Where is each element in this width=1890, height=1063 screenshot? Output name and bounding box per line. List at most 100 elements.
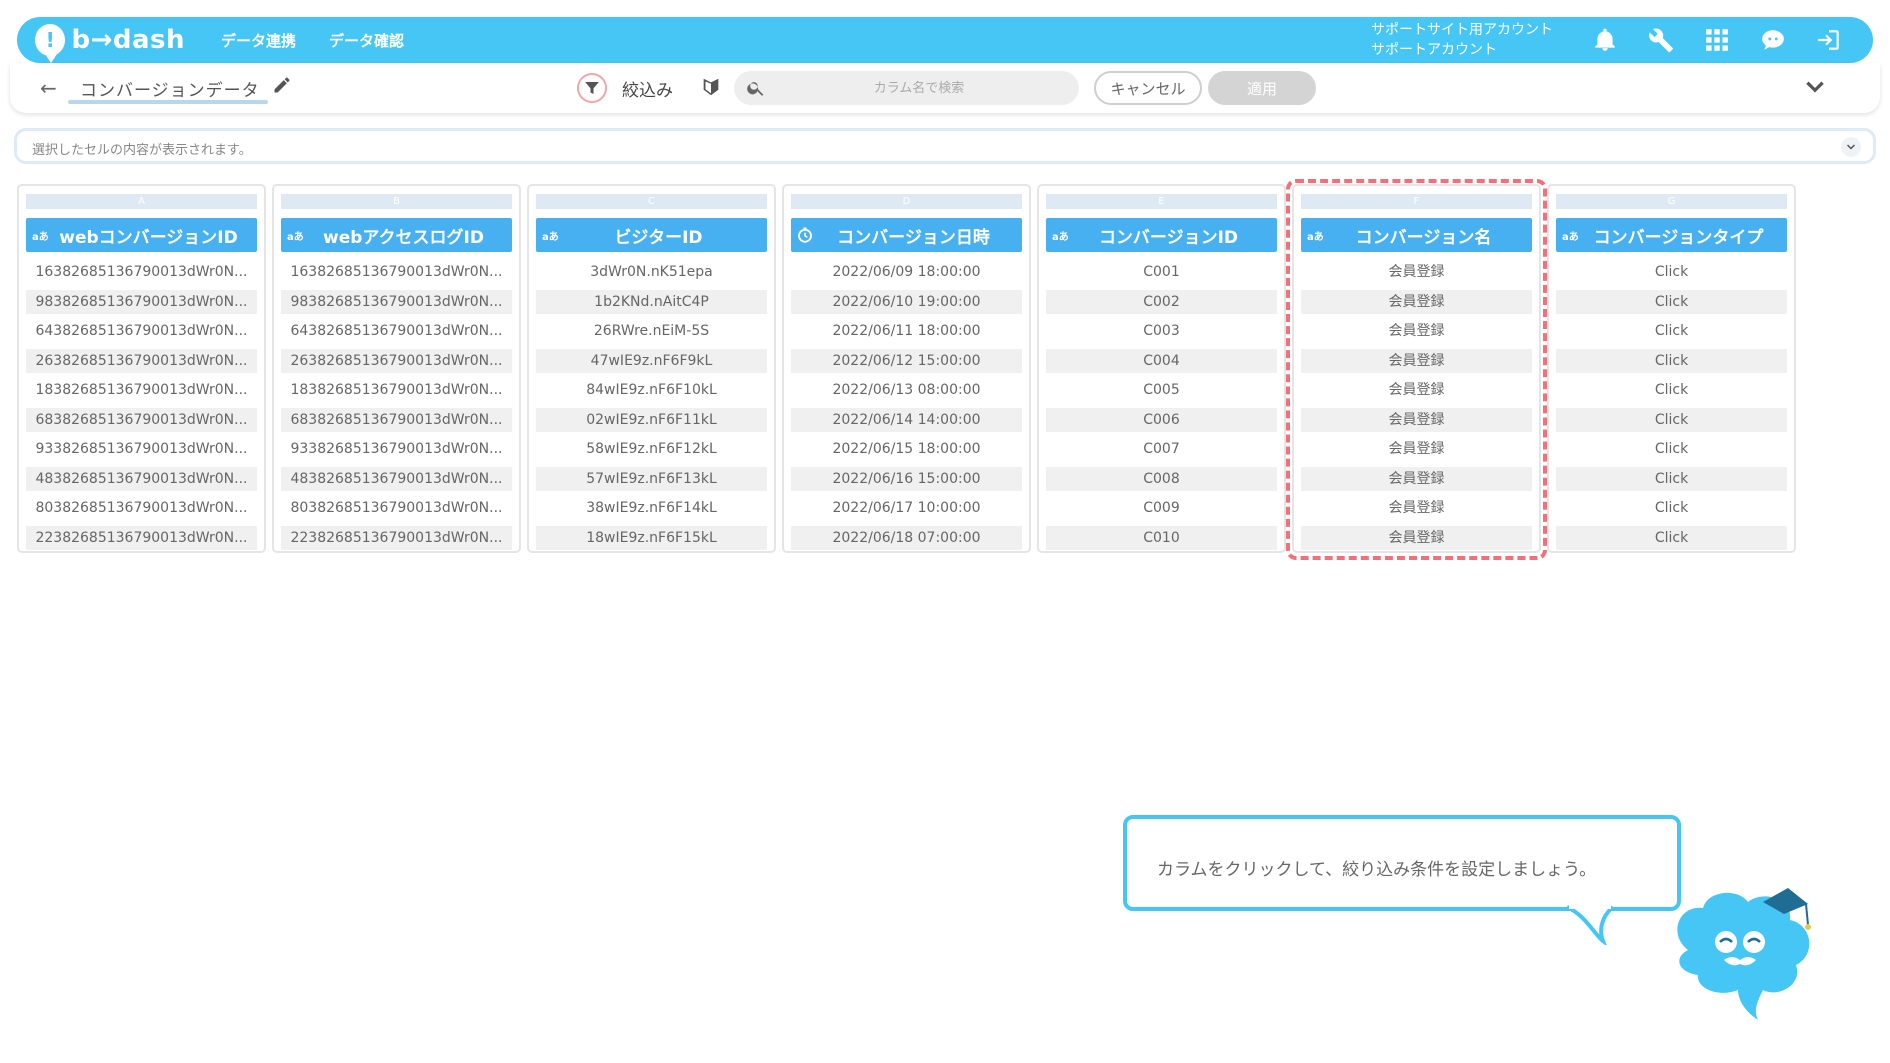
- table-cell[interactable]: 2022/06/12 15:00:00: [791, 348, 1022, 373]
- table-cell[interactable]: 38wIE9z.nF6F14kL: [536, 496, 767, 520]
- table-cell[interactable]: 80382685136790013dWr0N...: [26, 496, 257, 520]
- expand-chevron-icon[interactable]: [1841, 137, 1861, 157]
- table-cell[interactable]: C002: [1046, 289, 1277, 314]
- beginner-mark-icon[interactable]: [700, 75, 722, 99]
- table-cell[interactable]: 80382685136790013dWr0N...: [281, 496, 512, 520]
- table-cell[interactable]: 98382685136790013dWr0N...: [281, 289, 512, 314]
- table-cell[interactable]: Click: [1556, 407, 1787, 432]
- text-type-icon: aあ: [287, 232, 304, 243]
- table-cell[interactable]: Click: [1556, 496, 1787, 520]
- column-header[interactable]: aあ コンバージョン名: [1301, 218, 1532, 252]
- table-cell[interactable]: 26382685136790013dWr0N...: [281, 348, 512, 373]
- back-arrow-icon[interactable]: ←: [40, 76, 57, 100]
- table-cell[interactable]: Click: [1556, 260, 1787, 284]
- bell-icon[interactable]: [1591, 26, 1619, 54]
- table-cell[interactable]: 会員登録: [1301, 525, 1532, 550]
- table-cell[interactable]: Click: [1556, 378, 1787, 402]
- table-cell[interactable]: 2022/06/18 07:00:00: [791, 525, 1022, 550]
- table-cell[interactable]: 16382685136790013dWr0N...: [281, 260, 512, 284]
- table-cell[interactable]: C003: [1046, 319, 1277, 343]
- chat-icon[interactable]: [1759, 26, 1787, 54]
- column-header[interactable]: aあ コンバージョンタイプ: [1556, 218, 1787, 252]
- search-input[interactable]: [774, 75, 1064, 101]
- table-cell[interactable]: 1b2KNd.nAitC4P: [536, 289, 767, 314]
- table-cell[interactable]: 58wIE9z.nF6F12kL: [536, 437, 767, 461]
- table-cell[interactable]: 3dWr0N.nK51epa: [536, 260, 767, 284]
- table-cell[interactable]: 18382685136790013dWr0N...: [26, 378, 257, 402]
- table-cell[interactable]: 22382685136790013dWr0N...: [281, 525, 512, 550]
- table-cell[interactable]: 68382685136790013dWr0N...: [26, 407, 257, 432]
- table-cell[interactable]: Click: [1556, 319, 1787, 343]
- nav-item-data-check[interactable]: データ確認: [329, 30, 404, 51]
- table-cell[interactable]: 64382685136790013dWr0N...: [26, 319, 257, 343]
- cancel-button[interactable]: キャンセル: [1094, 71, 1202, 105]
- column-header[interactable]: aあ webコンバージョンID: [26, 218, 257, 252]
- table-cell[interactable]: 02wIE9z.nF6F11kL: [536, 407, 767, 432]
- table-cell[interactable]: C001: [1046, 260, 1277, 284]
- chevron-down-icon[interactable]: [1802, 74, 1828, 100]
- filter-label[interactable]: 絞込み: [622, 76, 673, 101]
- table-cell[interactable]: C008: [1046, 466, 1277, 491]
- table-cell[interactable]: 会員登録: [1301, 407, 1532, 432]
- table-cell[interactable]: 68382685136790013dWr0N...: [281, 407, 512, 432]
- table-cell[interactable]: 22382685136790013dWr0N...: [26, 525, 257, 550]
- text-type-icon: aあ: [1307, 232, 1324, 243]
- table-cell[interactable]: 84wIE9z.nF6F10kL: [536, 378, 767, 402]
- account-info[interactable]: サポートサイト用アカウント サポートアカウント: [1371, 20, 1553, 60]
- table-cell[interactable]: C009: [1046, 496, 1277, 520]
- table-cell[interactable]: 会員登録: [1301, 260, 1532, 284]
- table-cell[interactable]: C005: [1046, 378, 1277, 402]
- table-cell[interactable]: 57wIE9z.nF6F13kL: [536, 466, 767, 491]
- table-cell[interactable]: 47wIE9z.nF6F9kL: [536, 348, 767, 373]
- table-cell[interactable]: 2022/06/13 08:00:00: [791, 378, 1022, 402]
- apply-button[interactable]: 適用: [1208, 71, 1316, 105]
- table-cell[interactable]: 26382685136790013dWr0N...: [26, 348, 257, 373]
- table-cell[interactable]: 会員登録: [1301, 437, 1532, 461]
- logout-icon[interactable]: [1815, 26, 1843, 54]
- table-cell[interactable]: 会員登録: [1301, 348, 1532, 373]
- wrench-icon[interactable]: [1647, 26, 1675, 54]
- table-cell[interactable]: C007: [1046, 437, 1277, 461]
- column-header[interactable]: aあ ビジターID: [536, 218, 767, 252]
- table-cell[interactable]: 26RWre.nEiM-5S: [536, 319, 767, 343]
- table-cell[interactable]: C004: [1046, 348, 1277, 373]
- column-header[interactable]: コンバージョン日時: [791, 218, 1022, 252]
- table-cell[interactable]: 2022/06/09 18:00:00: [791, 260, 1022, 284]
- table-cell[interactable]: Click: [1556, 289, 1787, 314]
- table-cell[interactable]: 93382685136790013dWr0N...: [26, 437, 257, 461]
- table-cell[interactable]: 93382685136790013dWr0N...: [281, 437, 512, 461]
- logo[interactable]: ! b→dash: [35, 24, 185, 63]
- table-cell[interactable]: 48382685136790013dWr0N...: [281, 466, 512, 491]
- table-cell[interactable]: Click: [1556, 525, 1787, 550]
- column-header[interactable]: aあ webアクセスログID: [281, 218, 512, 252]
- table-cell[interactable]: Click: [1556, 348, 1787, 373]
- table-cell[interactable]: 会員登録: [1301, 466, 1532, 491]
- column-header[interactable]: aあ コンバージョンID: [1046, 218, 1277, 252]
- table-cell[interactable]: 18382685136790013dWr0N...: [281, 378, 512, 402]
- table-cell[interactable]: 会員登録: [1301, 378, 1532, 402]
- table-cell[interactable]: C006: [1046, 407, 1277, 432]
- table-cell[interactable]: 64382685136790013dWr0N...: [281, 319, 512, 343]
- table-cell[interactable]: 18wIE9z.nF6F15kL: [536, 525, 767, 550]
- table-cell[interactable]: C010: [1046, 525, 1277, 550]
- table-cell[interactable]: 2022/06/10 19:00:00: [791, 289, 1022, 314]
- table-cell[interactable]: 98382685136790013dWr0N...: [26, 289, 257, 314]
- table-cell[interactable]: 会員登録: [1301, 289, 1532, 314]
- table-cell[interactable]: 会員登録: [1301, 496, 1532, 520]
- table-cell[interactable]: 2022/06/17 10:00:00: [791, 496, 1022, 520]
- page-title[interactable]: コンバージョンデータ: [80, 76, 260, 101]
- table-cell[interactable]: 会員登録: [1301, 319, 1532, 343]
- table-cell[interactable]: Click: [1556, 437, 1787, 461]
- pencil-icon[interactable]: [272, 75, 292, 95]
- table-cell[interactable]: 2022/06/11 18:00:00: [791, 319, 1022, 343]
- cell-content-bar[interactable]: 選択したセルの内容が表示されます。: [14, 128, 1876, 164]
- table-cell[interactable]: 16382685136790013dWr0N...: [26, 260, 257, 284]
- table-cell[interactable]: 2022/06/16 15:00:00: [791, 466, 1022, 491]
- table-cell[interactable]: Click: [1556, 466, 1787, 491]
- table-cell[interactable]: 2022/06/14 14:00:00: [791, 407, 1022, 432]
- filter-button[interactable]: [577, 73, 607, 103]
- table-cell[interactable]: 2022/06/15 18:00:00: [791, 437, 1022, 461]
- table-cell[interactable]: 48382685136790013dWr0N...: [26, 466, 257, 491]
- grid-icon[interactable]: [1703, 26, 1731, 54]
- nav-item-data-link[interactable]: データ連携: [221, 30, 296, 51]
